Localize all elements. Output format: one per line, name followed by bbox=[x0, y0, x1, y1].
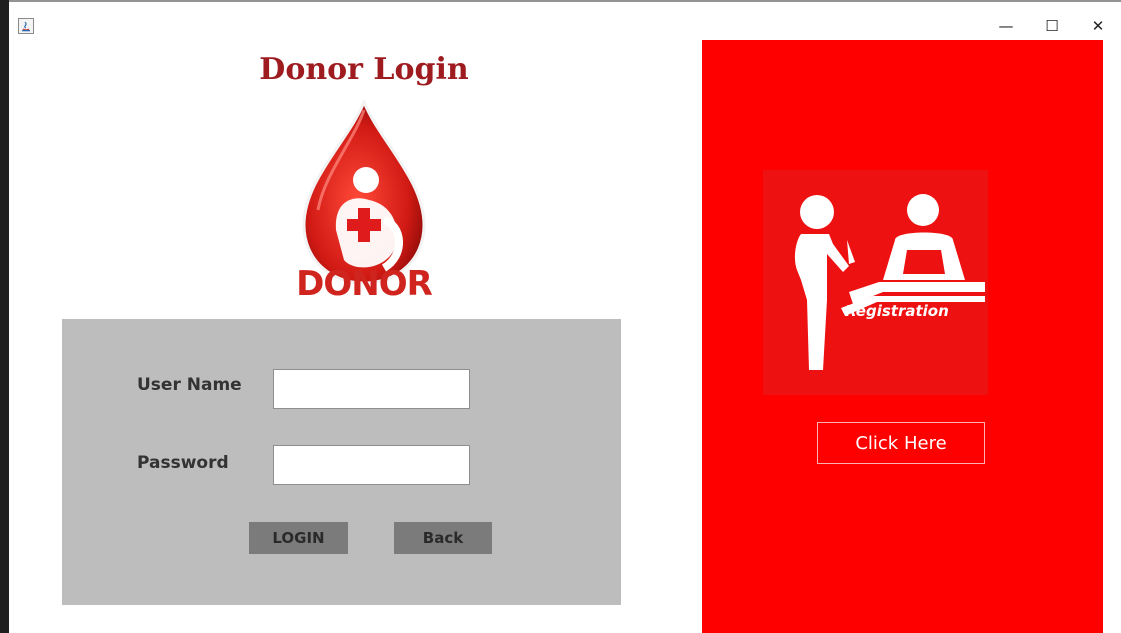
username-input[interactable] bbox=[273, 369, 470, 409]
registration-panel: Registration Click Here bbox=[702, 40, 1103, 633]
password-label: Password bbox=[137, 453, 229, 473]
username-label: User Name bbox=[137, 375, 242, 395]
background-window-edge bbox=[0, 0, 9, 633]
blood-drop-logo: DONOR bbox=[284, 97, 444, 306]
password-input[interactable] bbox=[273, 445, 470, 485]
login-form-panel: User Name Password LOGIN Back bbox=[62, 319, 621, 605]
login-button[interactable]: LOGIN bbox=[249, 522, 348, 554]
logo-wordmark: DONOR bbox=[296, 264, 433, 304]
click-here-button[interactable]: Click Here bbox=[817, 422, 985, 464]
window-controls: — ☐ ✕ bbox=[983, 14, 1121, 38]
registration-caption: Registration bbox=[845, 302, 949, 320]
java-app-icon[interactable] bbox=[18, 18, 34, 34]
donor-login-window: — ☐ ✕ Donor Login DONOR User Name Passwo… bbox=[9, 0, 1121, 633]
page-title: Donor Login bbox=[259, 52, 469, 87]
registration-icon: Registration bbox=[763, 170, 988, 395]
window-top-border bbox=[9, 0, 1121, 2]
back-button[interactable]: Back bbox=[394, 522, 492, 554]
maximize-icon[interactable]: ☐ bbox=[1029, 14, 1075, 38]
close-icon[interactable]: ✕ bbox=[1075, 14, 1121, 38]
minimize-icon[interactable]: — bbox=[983, 14, 1029, 38]
